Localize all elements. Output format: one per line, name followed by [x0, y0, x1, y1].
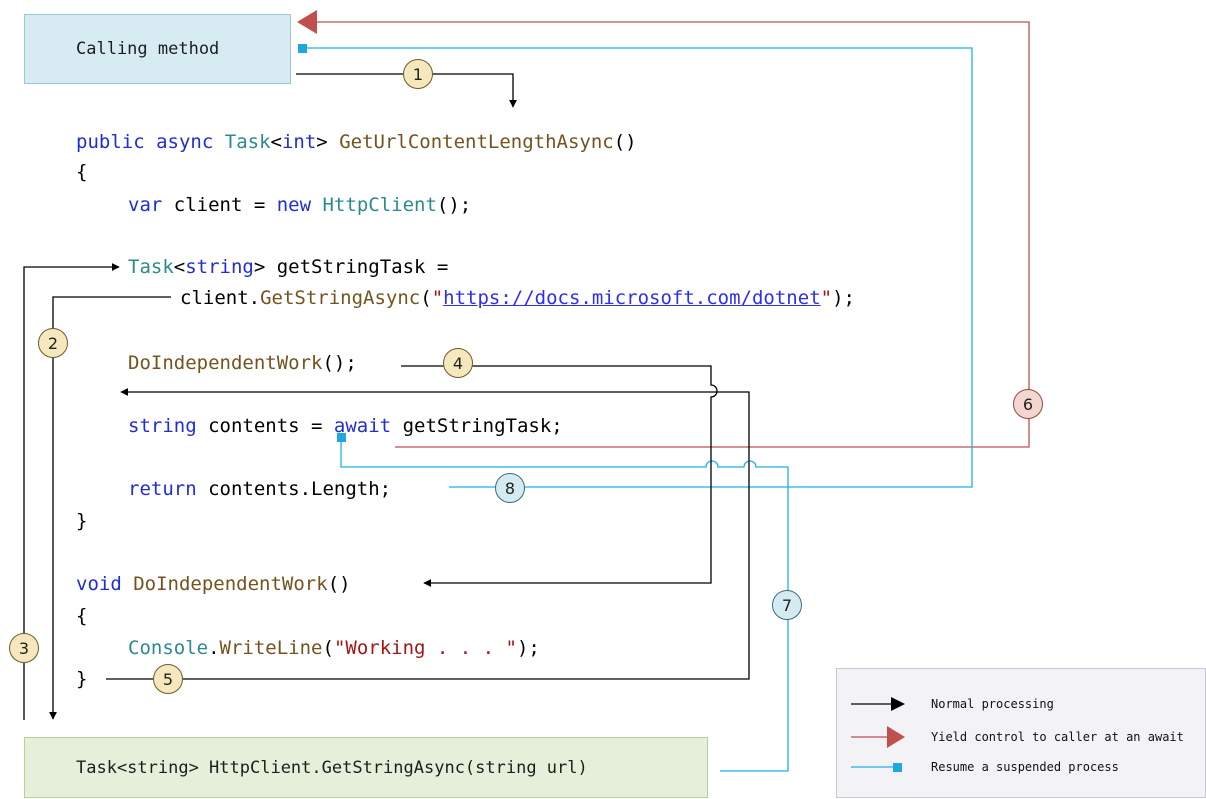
legend-resume-label: Resume a suspended process [931, 760, 1119, 774]
type-task: Task [224, 131, 271, 153]
code-text: getStringTask; [391, 415, 563, 437]
method-writeline: WriteLine [219, 637, 323, 659]
keyword-async: async [156, 131, 214, 153]
method-get-string-async: GetStringAsync [260, 287, 421, 309]
method-name: GetUrlContentLengthAsync [339, 131, 614, 153]
step-badge-7: 7 [772, 590, 802, 620]
legend-normal-label: Normal processing [931, 697, 1054, 711]
type-httpclient: HttpClient [322, 194, 437, 216]
yield-arrowhead [297, 10, 317, 34]
step-badge-2: 2 [38, 328, 68, 358]
code-line-do-independent-work-call: DoIndependentWork(); [128, 352, 357, 374]
keyword-return: return [128, 478, 197, 500]
code-line-close-brace-2: } [76, 668, 88, 690]
step-badge-8: 8 [495, 473, 525, 503]
keyword-new: new [276, 194, 312, 216]
resume-path-7 [340, 439, 789, 772]
code-punct: (); [322, 352, 357, 374]
keyword-await: await [333, 415, 392, 437]
code-text: contents = [196, 415, 334, 437]
resume-marker-calling [298, 44, 307, 53]
code-text: contents.Length; [196, 478, 392, 500]
legend-yield-arrow-icon [887, 726, 905, 748]
code-line-task-declaration: Task<string> getStringTask = [128, 256, 448, 278]
normal-arrow-4 [401, 365, 718, 587]
step-badge-3: 3 [9, 633, 39, 663]
code-punct: () [613, 131, 637, 153]
step-badge-6: 6 [1013, 389, 1043, 419]
step-badge-4: 4 [443, 348, 473, 378]
code-punct: ); [516, 637, 540, 659]
code-line-return: return contents.Length; [128, 478, 391, 500]
method-do-independent-work: DoIndependentWork [128, 352, 323, 374]
code-punct: ( [322, 637, 334, 659]
string-quote: " [431, 287, 444, 309]
code-line-open-brace: { [76, 161, 88, 183]
legend: Normal processing Yield control to calle… [836, 668, 1206, 798]
code-line-var-client: var client = new HttpClient(); [128, 194, 471, 216]
legend-normal-arrow-icon [891, 697, 905, 711]
code-punct: > [316, 131, 340, 153]
string-quote: " [820, 287, 833, 309]
code-punct: < [173, 256, 186, 278]
url-link[interactable]: https://docs.microsoft.com/dotnet [443, 287, 821, 309]
code-line-console-writeline: Console.WriteLine("Working . . . "); [128, 637, 540, 659]
code-punct: ( [420, 287, 432, 309]
code-line-method-signature: public async Task<int> GetUrlContentLeng… [76, 131, 637, 153]
code-text: client = [162, 194, 277, 216]
keyword-string: string [185, 256, 254, 278]
code-punct: (); [436, 194, 472, 216]
type-console: Console [128, 637, 209, 659]
code-text: > getStringTask = [253, 256, 449, 278]
code-line-open-brace-2: { [76, 605, 88, 627]
step-badge-5: 5 [153, 664, 183, 694]
code-punct: < [270, 131, 282, 153]
legend-yield-label: Yield control to caller at an await [931, 730, 1184, 744]
keyword-void: void [76, 573, 122, 595]
keyword-var: var [128, 194, 163, 216]
keyword-int: int [281, 131, 317, 153]
code-punct: () [327, 573, 351, 595]
keyword-string: string [128, 415, 197, 437]
code-line-await: string contents = await getStringTask; [128, 415, 563, 437]
code-line-close-brace: } [76, 510, 88, 532]
type-task: Task [128, 256, 174, 278]
code-punct: ); [832, 287, 855, 309]
code-punct: . [208, 637, 220, 659]
method-do-independent-work: DoIndependentWork [133, 573, 328, 595]
string-literal: "Working . . . " [333, 637, 517, 659]
code-text: client. [180, 287, 261, 309]
code-line-get-string-async: client.GetStringAsync("https://docs.micr… [180, 287, 855, 309]
code-line-void-signature: void DoIndependentWork() [76, 573, 351, 595]
legend-resume-square-icon [893, 763, 902, 772]
step-badge-1: 1 [403, 59, 433, 89]
keyword-public: public [76, 131, 145, 153]
